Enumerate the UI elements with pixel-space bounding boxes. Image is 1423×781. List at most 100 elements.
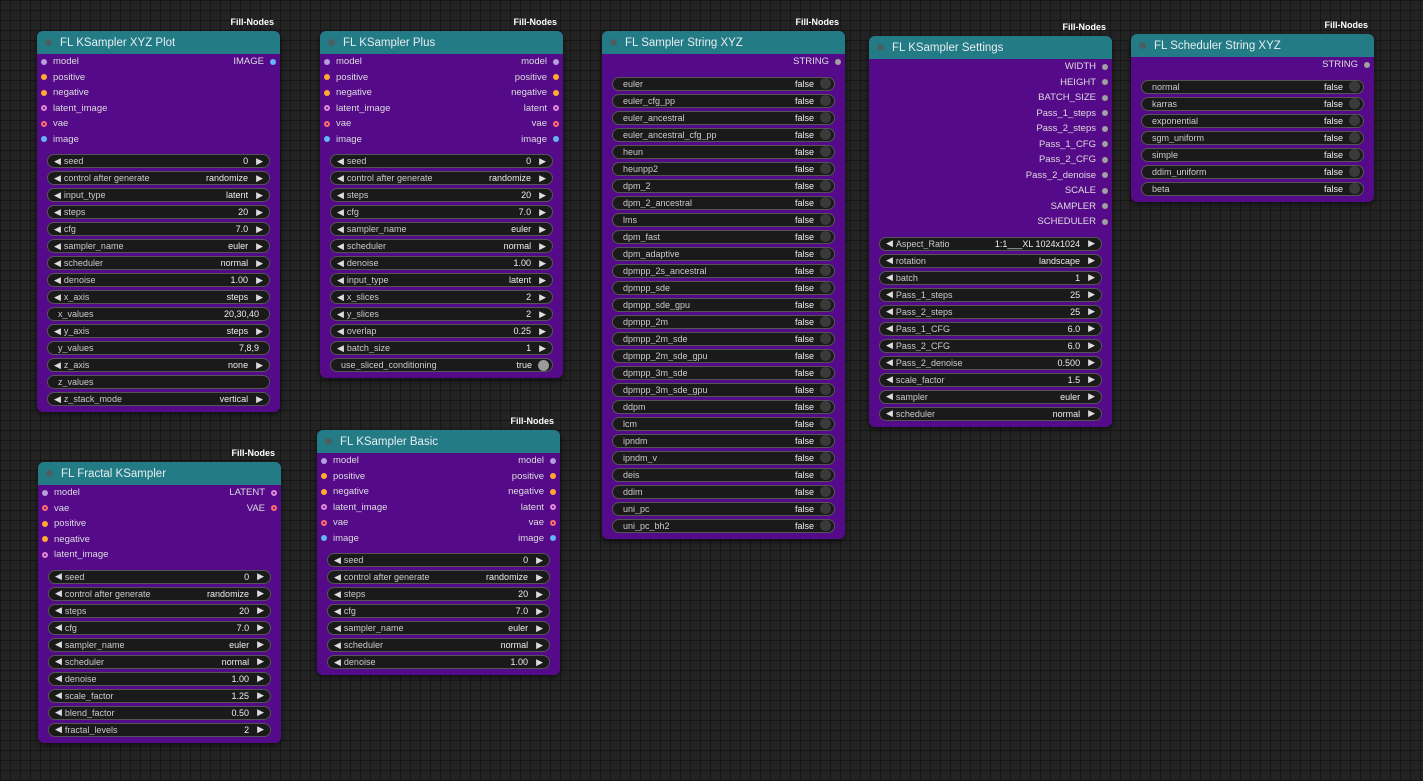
toggle-knob-icon[interactable] [820,214,831,225]
toggle-dpm-adaptive[interactable]: dpm_adaptive false [612,246,835,261]
widget-denoise-combo[interactable]: ◀ denoise 1.00 ▶ [48,671,271,686]
output-slot-vae[interactable]: vae [529,517,556,528]
toggle-knob-icon[interactable] [820,520,831,531]
output-port-string-icon[interactable] [835,58,841,65]
input-port-negative-icon[interactable] [321,488,327,495]
input-slot-positive[interactable]: positive [41,72,85,83]
toggle-knob-icon[interactable] [820,265,831,276]
output-slot-model[interactable]: model [518,455,556,466]
widget-input-type-combo[interactable]: ◀ input_type latent ▶ [330,273,553,287]
widget-z-values-input[interactable]: z_values [47,375,270,389]
toggle-knob-icon[interactable] [820,316,831,327]
output-slot-batch_size[interactable]: BATCH_SIZE [1038,92,1108,103]
output-port-image-icon[interactable] [550,535,556,542]
input-port-image-icon[interactable] [321,535,327,542]
node-title-bar[interactable]: FL Scheduler String XYZ [1131,34,1374,57]
toggle-knob-icon[interactable] [820,180,831,191]
toggle-uni-pc[interactable]: uni_pc false [612,501,835,516]
toggle-knob-icon[interactable] [820,282,831,293]
decrement-arrow-icon[interactable]: ◀ [55,724,62,735]
toggle-dpmpp-2m-sde[interactable]: dpmpp_2m_sde false [612,331,835,346]
toggle-knob-icon[interactable] [820,486,831,497]
toggle-heun[interactable]: heun false [612,144,835,159]
input-port-model-icon[interactable] [42,489,48,496]
input-slot-vae[interactable]: vae [42,503,69,514]
decrement-arrow-icon[interactable]: ◀ [55,639,62,650]
input-port-latent_image-icon[interactable] [324,105,330,112]
widget-denoise-combo[interactable]: ◀ denoise 1.00 ▶ [47,273,270,287]
widget-batch-combo[interactable]: ◀ batch 1 ▶ [879,270,1102,285]
increment-arrow-icon[interactable]: ▶ [256,156,263,167]
collapse-dot-icon[interactable] [328,39,335,46]
decrement-arrow-icon[interactable]: ◀ [334,589,341,600]
widget-sampler-combo[interactable]: ◀ sampler euler ▶ [879,389,1102,404]
toggle-ddpm[interactable]: ddpm false [612,399,835,414]
toggle-ddim[interactable]: ddim false [612,484,835,499]
output-slot-latent[interactable]: latent [521,502,556,513]
toggle-knob-icon[interactable] [820,435,831,446]
increment-arrow-icon[interactable]: ▶ [536,657,543,668]
node-title-bar[interactable]: FL KSampler Plus [320,31,563,54]
toggle-knob-icon[interactable] [820,469,831,480]
node-title-bar[interactable]: FL KSampler XYZ Plot [37,31,280,54]
increment-arrow-icon[interactable]: ▶ [539,309,546,320]
toggle-dpmpp-sde[interactable]: dpmpp_sde false [612,280,835,295]
output-port-pass_1_cfg-icon[interactable] [1102,141,1108,148]
increment-arrow-icon[interactable]: ▶ [539,326,546,337]
increment-arrow-icon[interactable]: ▶ [536,572,543,583]
increment-arrow-icon[interactable]: ▶ [257,690,264,701]
widget-denoise-combo[interactable]: ◀ denoise 1.00 ▶ [330,256,553,270]
output-port-vae-icon[interactable] [271,505,277,512]
widget-sampler-name-combo[interactable]: ◀ sampler_name euler ▶ [47,239,270,253]
node-ksampler-settings[interactable]: Fill-Nodes FL KSampler Settings WIDTH HEI… [869,22,1112,427]
decrement-arrow-icon[interactable]: ◀ [886,255,893,266]
output-port-pass_2_cfg-icon[interactable] [1102,156,1108,163]
output-port-latent-icon[interactable] [553,105,559,112]
input-port-positive-icon[interactable] [321,473,327,480]
widget-cfg-combo[interactable]: ◀ cfg 7.0 ▶ [48,620,271,635]
increment-arrow-icon[interactable]: ▶ [257,656,264,667]
input-slot-positive[interactable]: positive [324,72,368,83]
node-ksampler-xyz-plot[interactable]: Fill-Nodes FL KSampler XYZ Plot model IMA… [37,17,280,412]
decrement-arrow-icon[interactable]: ◀ [55,588,62,599]
output-slot-image[interactable]: image [518,533,556,544]
increment-arrow-icon[interactable]: ▶ [257,707,264,718]
widget-sampler-name-combo[interactable]: ◀ sampler_name euler ▶ [330,222,553,236]
widget-sampler-name-combo[interactable]: ◀ sampler_name euler ▶ [327,621,550,635]
output-slot-image[interactable]: IMAGE [233,56,276,67]
input-port-positive-icon[interactable] [324,74,330,81]
input-port-negative-icon[interactable] [41,89,47,96]
increment-arrow-icon[interactable]: ▶ [257,571,264,582]
decrement-arrow-icon[interactable]: ◀ [337,258,344,269]
decrement-arrow-icon[interactable]: ◀ [334,657,341,668]
toggle-dpmpp-sde-gpu[interactable]: dpmpp_sde_gpu false [612,297,835,312]
decrement-arrow-icon[interactable]: ◀ [886,289,893,300]
input-port-model-icon[interactable] [324,58,330,65]
toggle-knob-icon[interactable] [820,231,831,242]
output-port-image-icon[interactable] [553,136,559,143]
decrement-arrow-icon[interactable]: ◀ [334,640,341,651]
toggle-knob-icon[interactable] [820,146,831,157]
collapse-dot-icon[interactable] [325,438,332,445]
decrement-arrow-icon[interactable]: ◀ [337,241,344,252]
toggle-knob-icon[interactable] [1349,98,1360,109]
input-slot-latent_image[interactable]: latent_image [42,549,108,560]
increment-arrow-icon[interactable]: ▶ [1088,306,1095,317]
collapse-dot-icon[interactable] [610,39,617,46]
node-title-bar[interactable]: FL KSampler Basic [317,430,560,453]
input-port-vae-icon[interactable] [41,120,47,127]
output-slot-latent[interactable]: latent [524,103,559,114]
input-slot-positive[interactable]: positive [42,518,86,529]
increment-arrow-icon[interactable]: ▶ [256,292,263,303]
input-slot-negative[interactable]: negative [41,87,89,98]
output-port-pass_2_steps-icon[interactable] [1102,125,1108,132]
decrement-arrow-icon[interactable]: ◀ [886,323,893,334]
widget-cfg-combo[interactable]: ◀ cfg 7.0 ▶ [47,222,270,236]
increment-arrow-icon[interactable]: ▶ [539,173,546,184]
toggle-use-sliced-conditioning[interactable]: use_sliced_conditioning true [330,358,553,372]
output-port-vae-icon[interactable] [550,519,556,526]
toggle-dpmpp-2s-ancestral[interactable]: dpmpp_2s_ancestral false [612,263,835,278]
output-port-positive-icon[interactable] [550,473,556,480]
widget-seed-combo[interactable]: ◀ seed 0 ▶ [330,154,553,168]
widget-pass-2-cfg-combo[interactable]: ◀ Pass_2_CFG 6.0 ▶ [879,338,1102,353]
